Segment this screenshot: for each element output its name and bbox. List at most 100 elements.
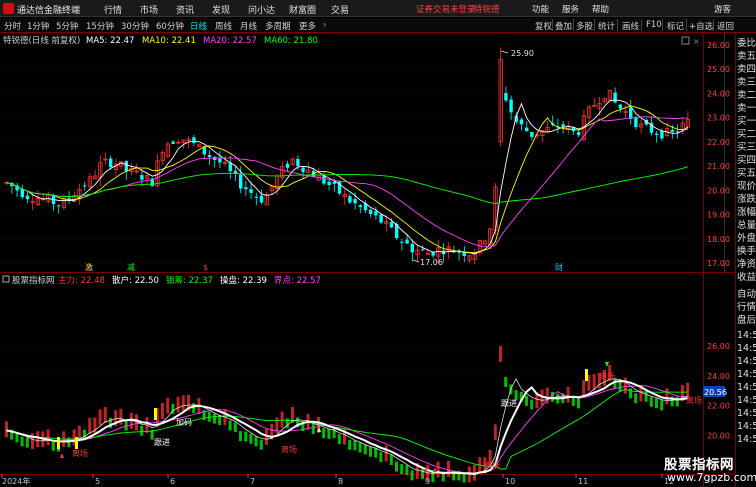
arrow-up-icon bbox=[60, 453, 64, 458]
period-daily[interactable]: 日线 bbox=[190, 20, 207, 32]
menu-bangzhu[interactable]: 帮助 bbox=[592, 3, 609, 15]
candle-body-down bbox=[629, 107, 633, 119]
ind-ytick-label: 26.00 bbox=[707, 342, 730, 351]
ind-bar-down bbox=[660, 400, 664, 411]
period-1min[interactable]: 1分钟 bbox=[27, 20, 49, 32]
period-30min[interactable]: 30分钟 bbox=[121, 20, 149, 32]
menu-faxian[interactable]: 发现 bbox=[212, 3, 230, 16]
signal-jiama: 加码 bbox=[176, 417, 192, 427]
ind-bar-up bbox=[98, 409, 102, 426]
watermark-title: 股票指标网 bbox=[664, 457, 734, 473]
period-more[interactable]: 更多 bbox=[299, 20, 316, 32]
kline-chart[interactable]: 特锐德(日线 前复权) MA5: 22.47 MA10: 22.41 MA20:… bbox=[0, 33, 735, 487]
rp-sell3: 卖三 bbox=[737, 77, 756, 88]
btn-duogu[interactable]: 多股 bbox=[576, 20, 593, 32]
candle-body-down bbox=[20, 189, 24, 198]
signal-lichang-2: 离场 bbox=[281, 444, 297, 454]
rp-sell2: 卖二 bbox=[737, 90, 756, 101]
current-stock-name: 特锐德 bbox=[474, 5, 500, 15]
signal-lichang-4: 离场 bbox=[599, 371, 615, 381]
ind-bar-up bbox=[166, 397, 170, 414]
rp-tick-8: 14:5 bbox=[737, 421, 756, 432]
menu-jiaoyi[interactable]: 交易 bbox=[331, 3, 349, 16]
candle-body-down bbox=[244, 187, 248, 190]
btn-huaxian[interactable]: 画线 bbox=[622, 20, 639, 32]
event-marker-cai[interactable]: 财 bbox=[555, 262, 563, 272]
signal-lichang-5: 离场 bbox=[686, 395, 702, 405]
ind-bar-down bbox=[400, 464, 404, 475]
indicator-panel-icon[interactable] bbox=[2, 275, 10, 283]
xaxis-label: 5 bbox=[95, 477, 100, 486]
rp-hangqing[interactable]: 行情 bbox=[737, 301, 756, 314]
btn-diejia[interactable]: 叠加 bbox=[555, 20, 572, 32]
menu-caifuquan[interactable]: 财富圈 bbox=[289, 3, 316, 16]
btn-tongji[interactable]: 统计 bbox=[598, 20, 615, 32]
rp-tick-5: 14:5 bbox=[737, 382, 756, 393]
ind-bar-up bbox=[665, 388, 669, 405]
more-chevron-icon[interactable]: › bbox=[323, 20, 326, 30]
app-title: 通达信金融终端 bbox=[17, 6, 81, 16]
ind-bar-down bbox=[51, 440, 55, 451]
ind-ytick-label: 24.00 bbox=[707, 372, 730, 381]
rp-tick-9: 14:5 bbox=[737, 434, 756, 445]
signal-lichang-3: 离场 bbox=[484, 460, 500, 470]
ind-bar-down bbox=[140, 425, 144, 436]
btn-biaoji[interactable]: 标记 bbox=[667, 20, 684, 32]
candle-body-down bbox=[285, 163, 290, 168]
rp-outer: 外盘 bbox=[737, 233, 756, 244]
ind-bar-down bbox=[675, 396, 679, 407]
toolbar-divider bbox=[641, 19, 642, 31]
ind-zhuli-label: 主力: 22.48 bbox=[58, 275, 105, 286]
rp-auto[interactable]: 自动 bbox=[737, 288, 756, 301]
rp-panhou[interactable]: 盘后 bbox=[737, 314, 756, 327]
ind-signal-bar bbox=[154, 408, 157, 420]
period-15min[interactable]: 15分钟 bbox=[86, 20, 114, 32]
panel-restore-icon[interactable] bbox=[681, 36, 690, 45]
event-marker-jian[interactable]: 减 bbox=[127, 262, 135, 272]
event-marker-dollar[interactable]: $ bbox=[203, 263, 208, 272]
period-multi[interactable]: 多周期 bbox=[265, 20, 291, 32]
menu-shichang[interactable]: 市场 bbox=[140, 3, 158, 16]
ind-bar-down bbox=[228, 420, 232, 431]
ind-bar-up bbox=[499, 346, 502, 362]
rp-buy1: 买一 bbox=[737, 116, 756, 127]
ind-caopan-label: 操盘: 22.39 bbox=[220, 275, 267, 286]
rp-change: 涨跌 bbox=[737, 194, 756, 205]
menu-hangqing[interactable]: 行情 bbox=[104, 3, 122, 16]
candle-body-down bbox=[67, 197, 71, 199]
ind-bar-down bbox=[530, 399, 534, 410]
ind-bar-down bbox=[525, 395, 528, 406]
toolbar-divider bbox=[713, 19, 714, 31]
period-fenshi[interactable]: 分时 bbox=[4, 20, 21, 32]
menu-zixun[interactable]: 资讯 bbox=[176, 3, 194, 16]
ind-bar-down bbox=[405, 464, 409, 475]
period-5min[interactable]: 5分钟 bbox=[56, 20, 78, 32]
btn-f10[interactable]: F10 bbox=[646, 20, 662, 30]
menu-fuwu[interactable]: 服务 bbox=[562, 3, 579, 15]
period-60min[interactable]: 60分钟 bbox=[156, 20, 184, 32]
ind-bar-down bbox=[369, 446, 372, 457]
event-marker-ji[interactable]: 激 bbox=[85, 262, 93, 272]
guest-user[interactable]: 游客 bbox=[714, 3, 731, 15]
high-price-pointer bbox=[500, 50, 509, 54]
menu-gongneng[interactable]: 功能 bbox=[532, 3, 549, 15]
period-weekly[interactable]: 周线 bbox=[215, 20, 232, 32]
candle-body-down bbox=[249, 189, 253, 193]
ind-bar-up bbox=[582, 380, 586, 397]
period-monthly[interactable]: 月线 bbox=[240, 20, 257, 32]
btn-fanhui[interactable]: 返回 bbox=[717, 20, 734, 32]
indicator-name[interactable]: 股票指标网 bbox=[12, 275, 55, 286]
ind-bar-down bbox=[655, 398, 658, 409]
btn-fuquan[interactable]: 复权 bbox=[535, 20, 552, 32]
candle-body-down bbox=[410, 243, 414, 253]
rp-weibi: 委比 bbox=[737, 38, 756, 49]
candle-body-down bbox=[218, 158, 222, 163]
login-notice[interactable]: 证券交易未登录 bbox=[416, 3, 476, 15]
btn-zixuan[interactable]: +自选 bbox=[689, 20, 713, 32]
candle-body-down bbox=[379, 214, 383, 223]
high-price-label: 25.90 bbox=[511, 49, 534, 58]
ind-current-value: 20.56 bbox=[704, 388, 727, 397]
rp-sell1: 卖一 bbox=[737, 103, 756, 114]
ind-bar-up bbox=[176, 396, 180, 413]
menu-wenxiaoda[interactable]: 问小达 bbox=[248, 3, 275, 16]
